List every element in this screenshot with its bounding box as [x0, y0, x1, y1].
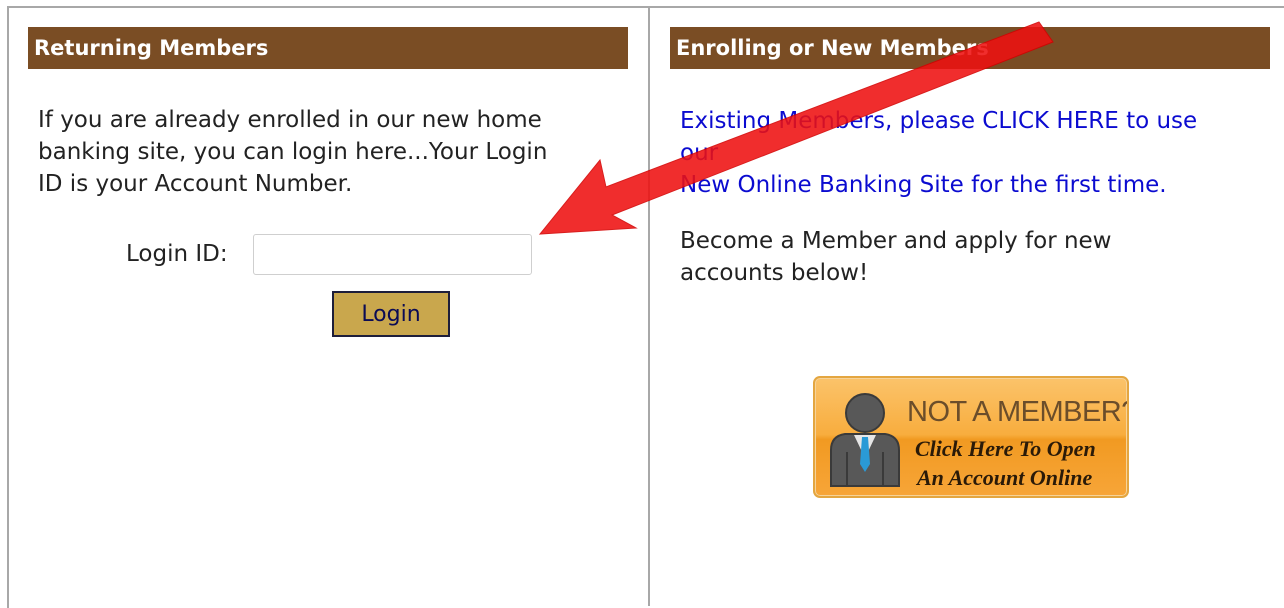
login-button[interactable]: Login	[332, 291, 450, 337]
not-a-member-title: NOT A MEMBER?	[907, 396, 1129, 428]
become-line: accounts below!	[680, 260, 869, 286]
intro-line: banking site, you can login here...Your …	[38, 139, 548, 165]
returning-members-intro: If you are already enrolled in our new h…	[38, 104, 618, 200]
intro-line: ID is your Account Number.	[38, 171, 353, 197]
become-member-text: Become a Member and apply for new accoun…	[680, 225, 1200, 289]
column-divider	[648, 6, 650, 606]
page-frame	[7, 6, 1284, 608]
open-account-button[interactable]: NOT A MEMBER? Click Here To Open An Acco…	[813, 376, 1129, 498]
first-time-login-link[interactable]: Existing Members, please CLICK HERE to u…	[680, 105, 1240, 201]
intro-line: If you are already enrolled in our new h…	[38, 107, 542, 133]
open-account-line: Click Here To Open	[915, 436, 1096, 461]
returning-members-header: Returning Members	[28, 27, 628, 69]
login-id-label: Login ID:	[126, 241, 228, 267]
link-line: Existing Members, please CLICK HERE to u…	[680, 108, 1198, 166]
person-icon	[827, 390, 903, 492]
become-line: Become a Member and apply for new	[680, 228, 1112, 254]
open-account-line: An Account Online	[917, 465, 1093, 490]
login-id-input[interactable]	[253, 234, 532, 275]
new-members-header: Enrolling or New Members	[670, 27, 1270, 69]
link-line: New Online Banking Site for the first ti…	[680, 172, 1167, 198]
